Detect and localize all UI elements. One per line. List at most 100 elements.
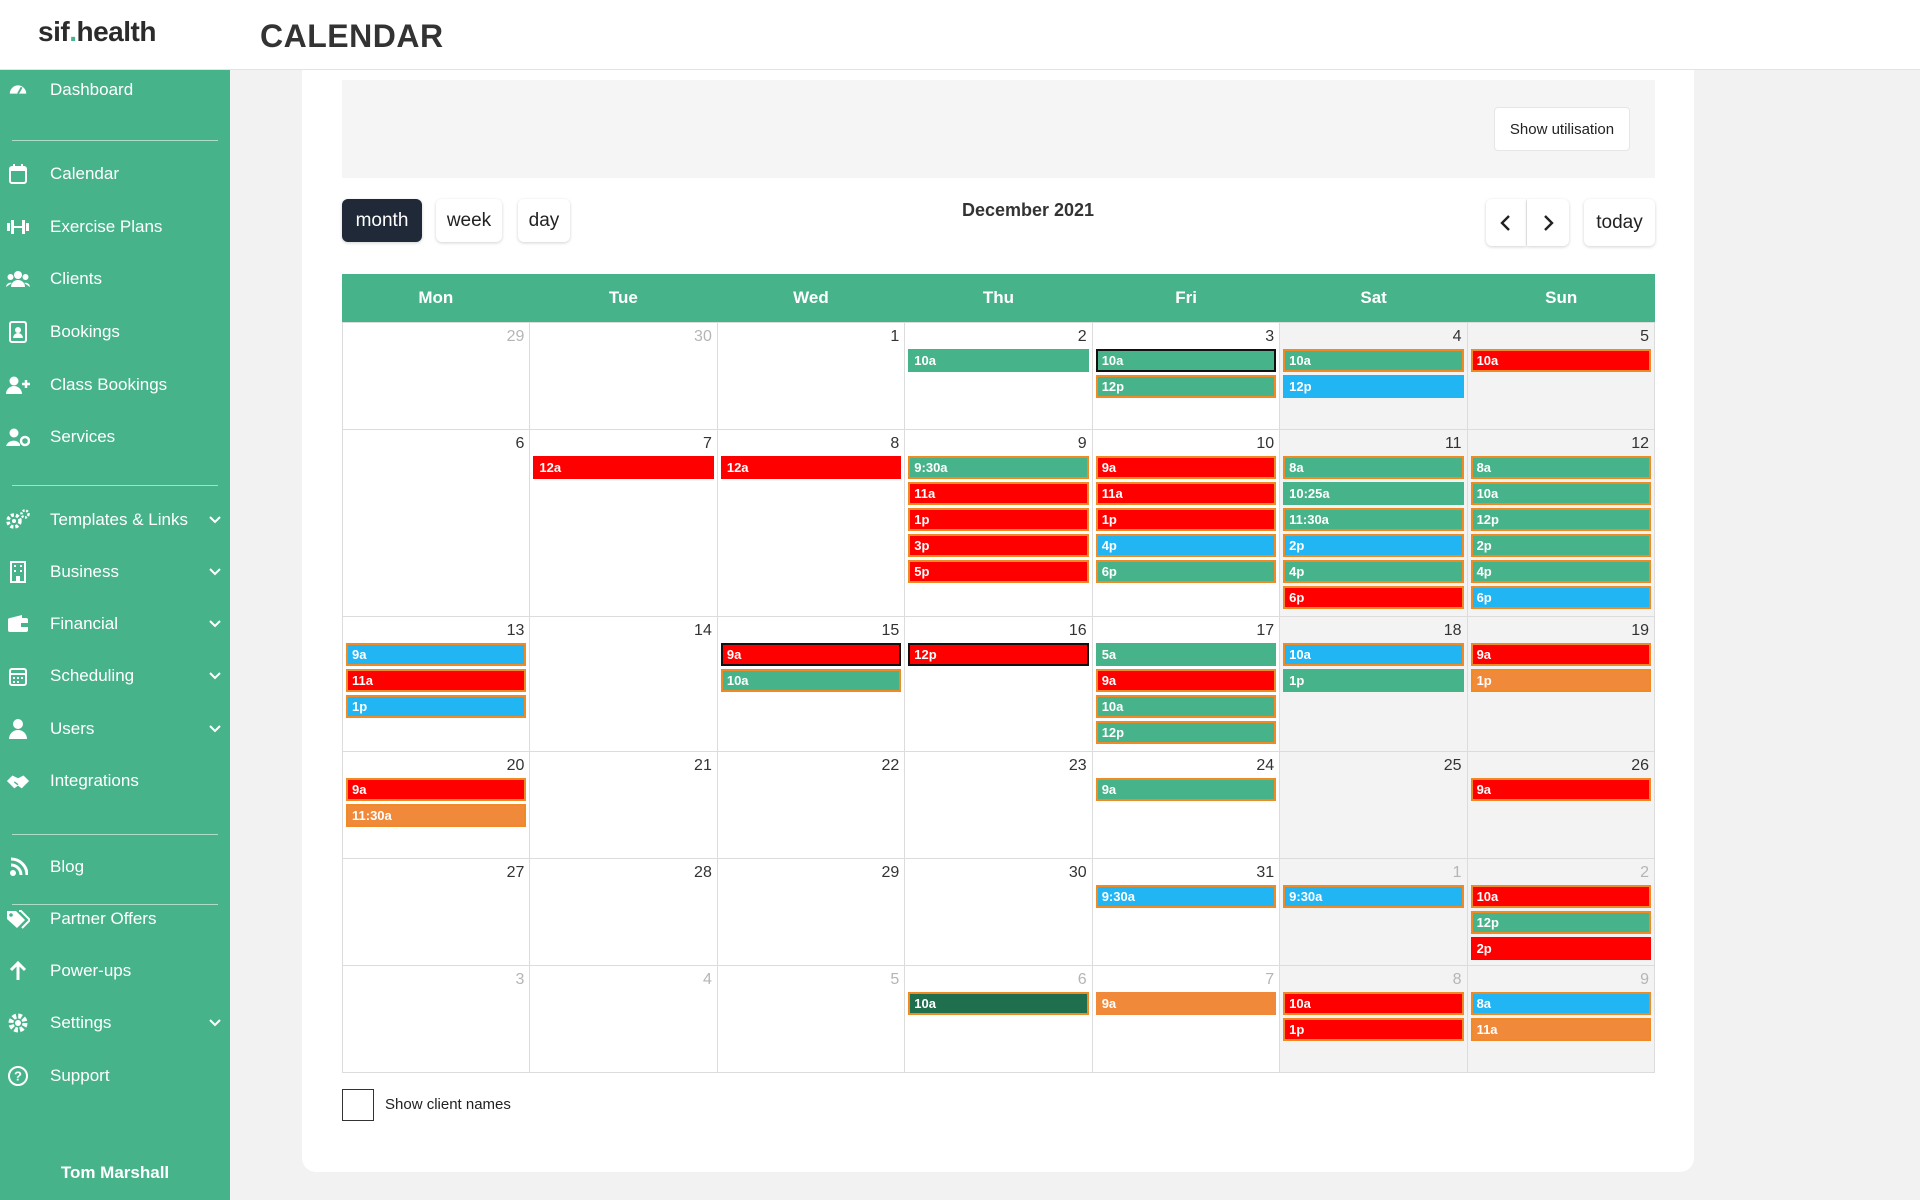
day-number[interactable]: 6 <box>907 968 1089 992</box>
calendar-event[interactable]: 9a <box>720 643 902 666</box>
sidebar-item-blog[interactable]: Blog <box>0 847 230 887</box>
day-cell[interactable]: 20 9a 11:30a <box>343 752 531 859</box>
calendar-event[interactable]: 8a <box>1470 992 1651 1015</box>
day-cell[interactable]: 8 10a 1p <box>1280 966 1468 1073</box>
calendar-event[interactable]: 10a <box>908 349 1089 372</box>
day-cell[interactable]: 31 9:30a <box>1092 859 1281 966</box>
calendar-event[interactable]: 4p <box>1470 560 1651 583</box>
prev-month-button[interactable] <box>1486 199 1526 246</box>
calendar-event[interactable]: 1p <box>1283 669 1464 692</box>
day-cell[interactable]: 1 9:30a <box>1280 859 1468 966</box>
view-day-button[interactable]: day <box>518 199 570 242</box>
calendar-event[interactable]: 10a <box>720 669 902 692</box>
day-number[interactable]: 17 <box>1095 619 1277 643</box>
day-number[interactable]: 15 <box>720 619 902 643</box>
sidebar-item-class-bookings[interactable]: Class Bookings <box>0 365 230 405</box>
sidebar-item-services[interactable]: Services <box>0 417 230 457</box>
show-utilisation-button[interactable]: Show utilisation <box>1494 107 1630 151</box>
calendar-event[interactable]: 2p <box>1283 534 1464 557</box>
day-cell[interactable]: 12 8a 10a 12p 2p 4p 6p <box>1467 430 1655 617</box>
sidebar-item-support[interactable]: ? Support <box>0 1056 230 1096</box>
calendar-event[interactable]: 1p <box>908 508 1089 531</box>
day-number[interactable]: 29 <box>345 325 527 349</box>
day-cell[interactable]: 2 10a <box>905 323 1093 430</box>
sidebar-item-dashboard[interactable]: Dashboard <box>0 70 230 110</box>
calendar-event[interactable]: 5p <box>908 560 1089 583</box>
calendar-event[interactable]: 10a <box>1095 695 1277 718</box>
calendar-event[interactable]: 6p <box>1470 586 1651 609</box>
day-cell[interactable]: 14 <box>530 617 718 752</box>
calendar-event[interactable]: 10a <box>1470 349 1651 372</box>
calendar-event[interactable]: 1p <box>1470 669 1651 692</box>
calendar-event[interactable]: 9:30a <box>1283 885 1464 908</box>
day-cell[interactable]: 3 <box>343 966 531 1073</box>
day-number[interactable]: 2 <box>1470 861 1652 885</box>
calendar-event[interactable]: 12p <box>908 643 1089 666</box>
calendar-event[interactable]: 10a <box>1470 885 1651 908</box>
day-number[interactable]: 5 <box>1470 325 1652 349</box>
day-number[interactable]: 31 <box>1095 861 1277 885</box>
calendar-event[interactable]: 1p <box>346 695 527 718</box>
day-cell[interactable]: 2 10a 12p 2p <box>1467 859 1655 966</box>
calendar-event[interactable]: 11a <box>346 669 527 692</box>
day-cell[interactable]: 23 <box>905 752 1093 859</box>
calendar-event[interactable]: 2p <box>1470 534 1651 557</box>
sidebar-item-integrations[interactable]: Integrations <box>0 761 230 801</box>
day-cell[interactable]: 4 <box>530 966 718 1073</box>
calendar-event[interactable]: 9a <box>346 643 527 666</box>
day-cell[interactable]: 10 9a 11a 1p 4p 6p <box>1092 430 1281 617</box>
day-number[interactable]: 1 <box>720 325 902 349</box>
day-number[interactable]: 21 <box>532 754 714 778</box>
day-number[interactable]: 4 <box>532 968 714 992</box>
view-week-button[interactable]: week <box>436 199 502 242</box>
calendar-event[interactable]: 9a <box>1470 778 1651 801</box>
sidebar-item-bookings[interactable]: Bookings <box>0 312 230 352</box>
day-cell[interactable]: 5 <box>717 966 906 1073</box>
calendar-event[interactable]: 6p <box>1095 560 1277 583</box>
day-cell[interactable]: 28 <box>530 859 718 966</box>
day-number[interactable]: 30 <box>907 861 1089 885</box>
sidebar-item-business[interactable]: Business <box>0 552 230 592</box>
day-cell[interactable]: 25 <box>1280 752 1468 859</box>
user-name[interactable]: Tom Marshall <box>0 1163 230 1183</box>
day-number[interactable]: 1 <box>1282 861 1464 885</box>
day-cell[interactable]: 26 9a <box>1467 752 1655 859</box>
calendar-event[interactable]: 11:30a <box>346 804 527 827</box>
day-cell[interactable]: 4 10a 12p <box>1280 323 1468 430</box>
calendar-event[interactable]: 11a <box>908 482 1089 505</box>
day-cell[interactable]: 29 <box>343 323 531 430</box>
next-month-button[interactable] <box>1527 199 1569 246</box>
day-cell[interactable]: 5 10a <box>1467 323 1655 430</box>
day-number[interactable]: 9 <box>907 432 1089 456</box>
day-cell[interactable]: 13 9a 11a 1p <box>343 617 531 752</box>
calendar-event[interactable]: 4p <box>1095 534 1277 557</box>
calendar-event[interactable]: 11a <box>1470 1018 1651 1041</box>
day-cell[interactable]: 19 9a 1p <box>1467 617 1655 752</box>
day-number[interactable]: 9 <box>1470 968 1652 992</box>
today-button[interactable]: today <box>1584 199 1655 246</box>
day-number[interactable]: 26 <box>1470 754 1652 778</box>
sidebar-item-templates-links[interactable]: Templates & Links <box>0 500 230 540</box>
day-number[interactable]: 27 <box>345 861 527 885</box>
calendar-event[interactable]: 11:30a <box>1283 508 1464 531</box>
day-number[interactable]: 2 <box>907 325 1089 349</box>
calendar-event[interactable]: 12a <box>533 456 714 479</box>
calendar-event[interactable]: 9a <box>1095 669 1277 692</box>
day-cell[interactable]: 1 <box>717 323 906 430</box>
sidebar-item-calendar[interactable]: Calendar <box>0 154 230 194</box>
calendar-event[interactable]: 6p <box>1283 586 1464 609</box>
calendar-event[interactable]: 9a <box>346 778 527 801</box>
sidebar-item-clients[interactable]: Clients <box>0 259 230 299</box>
sidebar-item-exercise-plans[interactable]: Exercise Plans <box>0 207 230 247</box>
day-number[interactable]: 8 <box>720 432 902 456</box>
day-number[interactable]: 22 <box>720 754 902 778</box>
calendar-event[interactable]: 9:30a <box>908 456 1089 479</box>
day-number[interactable]: 20 <box>345 754 527 778</box>
day-number[interactable]: 7 <box>532 432 714 456</box>
day-cell[interactable]: 9 9:30a 11a 1p 3p 5p <box>905 430 1093 617</box>
day-number[interactable]: 6 <box>345 432 527 456</box>
day-number[interactable]: 8 <box>1282 968 1464 992</box>
day-cell[interactable]: 11 8a 10:25a 11:30a 2p 4p 6p <box>1280 430 1468 617</box>
day-number[interactable]: 14 <box>532 619 714 643</box>
day-number[interactable]: 19 <box>1470 619 1652 643</box>
